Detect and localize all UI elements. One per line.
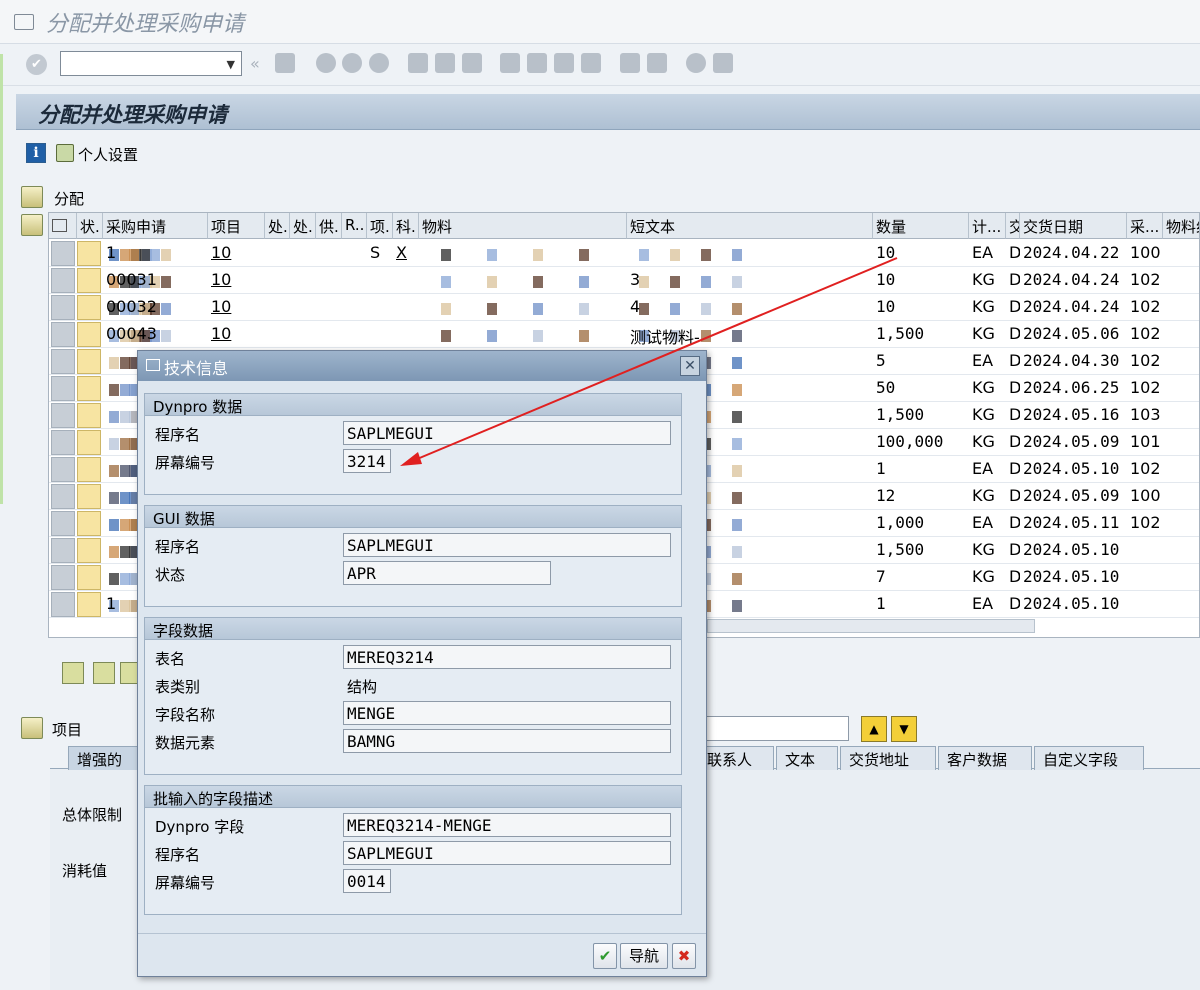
annotation-arrow	[400, 257, 898, 466]
